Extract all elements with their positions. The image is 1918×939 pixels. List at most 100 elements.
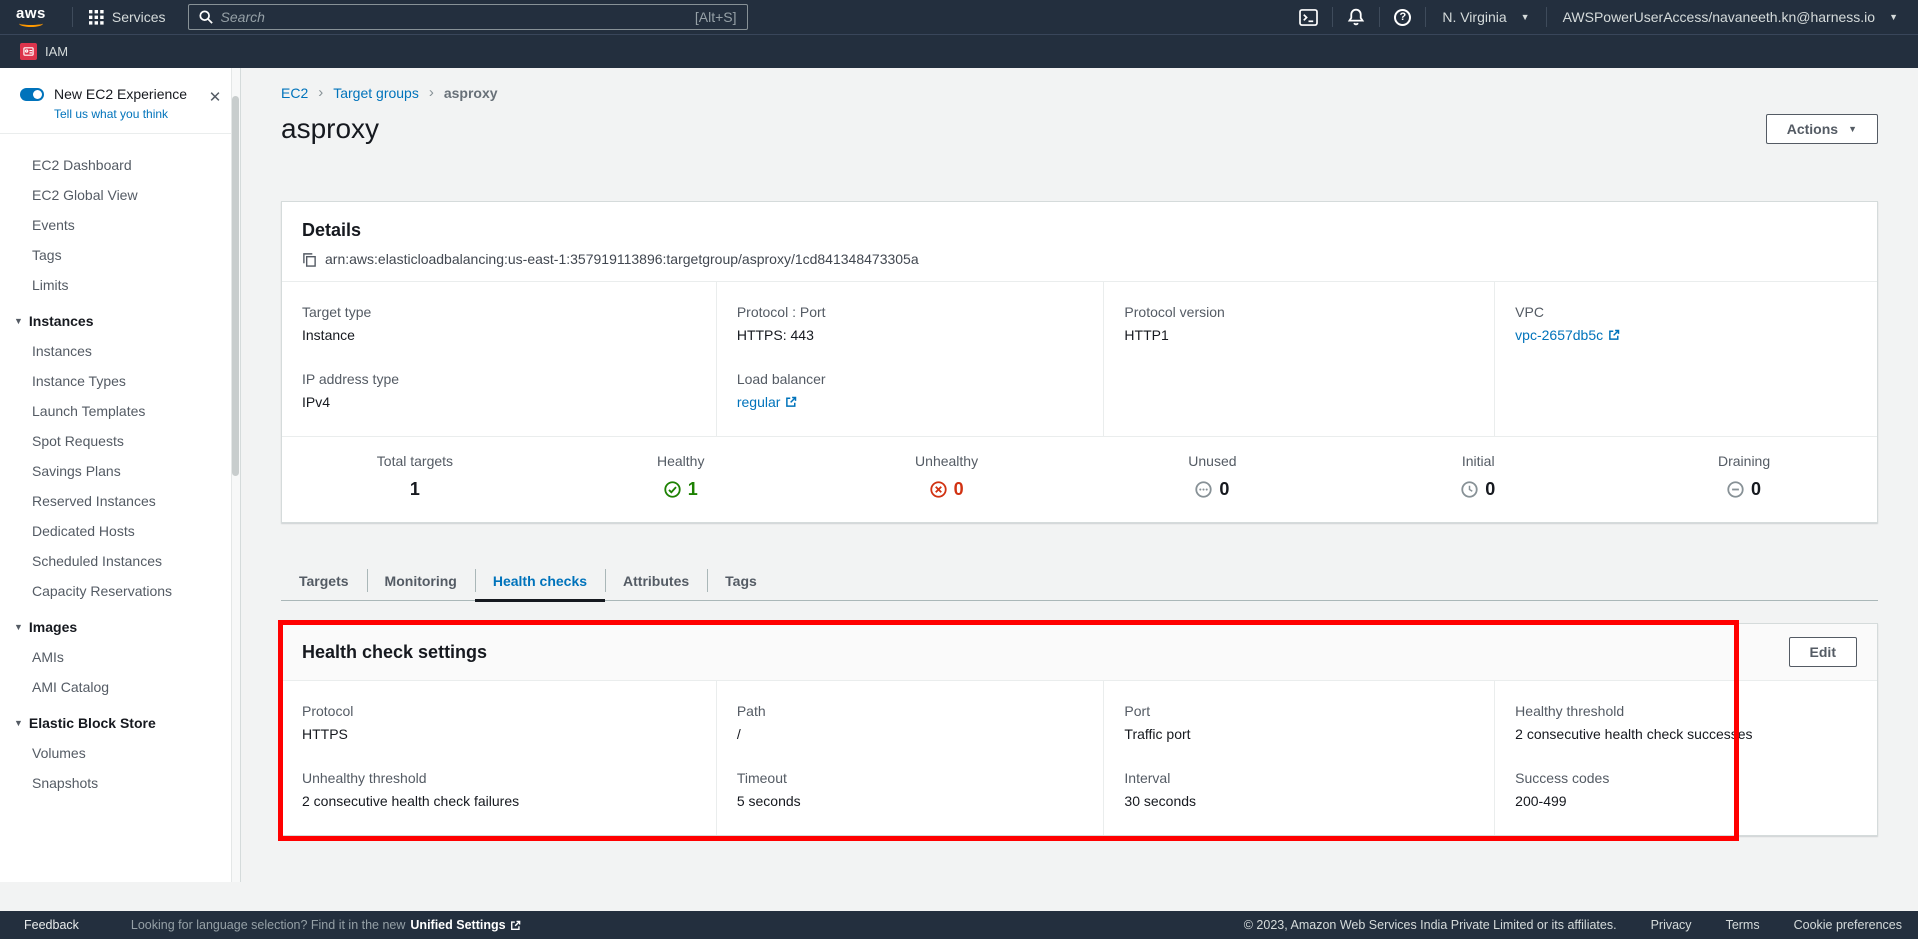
triangle-down-icon: ▼ xyxy=(14,622,23,632)
scrollbar-thumb[interactable] xyxy=(232,96,239,476)
field-label: IP address type xyxy=(302,371,696,387)
external-link-icon xyxy=(1608,329,1620,341)
field-label: Unhealthy threshold xyxy=(302,770,696,786)
field-vpc: VPC vpc-2657db5c xyxy=(1515,304,1857,343)
sidebar-item-amis[interactable]: AMIs xyxy=(0,642,240,672)
field-value: IPv4 xyxy=(302,394,696,410)
aws-logo-text: aws xyxy=(16,7,46,20)
aws-logo[interactable]: aws xyxy=(16,7,46,27)
health-check-title: Health check settings xyxy=(302,642,487,663)
chevron-right-icon xyxy=(429,84,434,101)
stat-value: 0 xyxy=(1485,479,1495,500)
tab-health-checks[interactable]: Health checks xyxy=(475,561,605,600)
sidebar-item-ec2-global-view[interactable]: EC2 Global View xyxy=(0,180,240,210)
unhealthy-x-circle-icon xyxy=(930,481,947,498)
unified-settings-label: Unified Settings xyxy=(410,918,505,932)
field-unhealthy-threshold: Unhealthy threshold 2 consecutive health… xyxy=(302,770,696,809)
divider xyxy=(1425,7,1426,27)
cookie-preferences-link[interactable]: Cookie preferences xyxy=(1794,918,1902,932)
unified-settings-link[interactable]: Unified Settings xyxy=(410,918,520,932)
feedback-link[interactable]: Feedback xyxy=(24,918,79,932)
sidebar-scrollbar[interactable] xyxy=(231,68,240,882)
field-protocol-version: Protocol version HTTP1 xyxy=(1124,304,1474,343)
sidebar-item-tags[interactable]: Tags xyxy=(0,240,240,270)
breadcrumb-current: asproxy xyxy=(444,85,498,101)
region-selector[interactable]: N. Virginia ▼ xyxy=(1438,9,1533,25)
services-grid-icon xyxy=(89,10,104,25)
sidebar-item-volumes[interactable]: Volumes xyxy=(0,738,240,768)
new-ec2-experience-block: New EC2 Experience Tell us what you thin… xyxy=(0,68,240,134)
tab-monitoring[interactable]: Monitoring xyxy=(367,561,475,600)
account-menu[interactable]: AWSPowerUserAccess/navaneeth.kn@harness.… xyxy=(1559,9,1902,25)
edit-button[interactable]: Edit xyxy=(1789,637,1857,667)
aws-smile-swoosh xyxy=(19,20,43,27)
favorite-iam-link[interactable]: IAM xyxy=(45,44,68,59)
health-check-card: Health check settings Edit Protocol HTTP… xyxy=(281,623,1878,836)
details-header: Details arn:aws:elasticloadbalancing:us-… xyxy=(282,202,1877,281)
privacy-link[interactable]: Privacy xyxy=(1651,918,1692,932)
sidebar-item-ec2-dashboard[interactable]: EC2 Dashboard xyxy=(0,150,240,180)
cloudshell-icon[interactable] xyxy=(1297,9,1320,26)
details-column: Protocol version HTTP1 xyxy=(1103,282,1494,436)
details-column: VPC vpc-2657db5c xyxy=(1494,282,1877,436)
notifications-bell-icon[interactable] xyxy=(1345,8,1367,26)
load-balancer-link[interactable]: regular xyxy=(737,394,798,410)
new-experience-toggle[interactable] xyxy=(20,88,44,101)
triangle-down-icon: ▼ xyxy=(14,718,23,728)
copy-icon[interactable] xyxy=(302,252,317,267)
iam-service-icon[interactable] xyxy=(20,43,37,60)
vpc-link[interactable]: vpc-2657db5c xyxy=(1515,327,1620,343)
sidebar-item-instances[interactable]: Instances xyxy=(0,336,240,366)
sidebar-item-dedicated-hosts[interactable]: Dedicated Hosts xyxy=(0,516,240,546)
field-label: Protocol : Port xyxy=(737,304,1084,320)
stat-unused: Unused 0 xyxy=(1079,453,1345,500)
tab-bar: Targets Monitoring Health checks Attribu… xyxy=(281,561,1878,601)
actions-button[interactable]: Actions ▼ xyxy=(1766,114,1878,144)
close-icon[interactable] xyxy=(206,88,224,106)
stat-label: Initial xyxy=(1462,453,1495,469)
health-column: Port Traffic port Interval 30 seconds xyxy=(1103,681,1494,835)
breadcrumb-target-groups[interactable]: Target groups xyxy=(333,85,419,101)
tab-targets[interactable]: Targets xyxy=(281,561,367,600)
field-load-balancer: Load balancer regular xyxy=(737,371,1084,410)
top-nav-right: N. Virginia ▼ AWSPowerUserAccess/navanee… xyxy=(1297,7,1902,27)
sidebar-item-launch-templates[interactable]: Launch Templates xyxy=(0,396,240,426)
sidebar-item-events[interactable]: Events xyxy=(0,210,240,240)
sidebar-item-ami-catalog[interactable]: AMI Catalog xyxy=(0,672,240,702)
help-icon[interactable] xyxy=(1392,9,1413,26)
field-protocol-port: Protocol : Port HTTPS: 443 xyxy=(737,304,1084,343)
global-search-input[interactable]: Search [Alt+S] xyxy=(188,4,748,30)
field-protocol: Protocol HTTPS xyxy=(302,703,696,742)
services-menu-button[interactable]: Services xyxy=(85,9,170,25)
terms-link[interactable]: Terms xyxy=(1726,918,1760,932)
chevron-down-icon: ▼ xyxy=(1889,12,1898,22)
breadcrumb-ec2[interactable]: EC2 xyxy=(281,85,308,101)
stat-unhealthy: Unhealthy 0 xyxy=(814,453,1080,500)
field-value: HTTP1 xyxy=(1124,327,1474,343)
sidebar-item-spot-requests[interactable]: Spot Requests xyxy=(0,426,240,456)
field-label: Protocol xyxy=(302,703,696,719)
stat-value: 1 xyxy=(688,479,698,500)
sidebar-item-snapshots[interactable]: Snapshots xyxy=(0,768,240,798)
region-label: N. Virginia xyxy=(1442,9,1506,25)
sidebar-item-scheduled-instances[interactable]: Scheduled Instances xyxy=(0,546,240,576)
sidebar-section-instances[interactable]: ▼ Instances xyxy=(0,300,240,336)
field-value: 2 consecutive health check successes xyxy=(1515,726,1857,742)
field-value: 5 seconds xyxy=(737,793,1084,809)
sidebar-item-savings-plans[interactable]: Savings Plans xyxy=(0,456,240,486)
draining-minus-circle-icon xyxy=(1727,481,1744,498)
sidebar-item-capacity-reservations[interactable]: Capacity Reservations xyxy=(0,576,240,606)
footer-right: © 2023, Amazon Web Services India Privat… xyxy=(1244,918,1902,932)
sidebar-item-limits[interactable]: Limits xyxy=(0,270,240,300)
external-link-icon xyxy=(510,920,521,931)
sidebar-section-elastic-block-store[interactable]: ▼ Elastic Block Store xyxy=(0,702,240,738)
tab-attributes[interactable]: Attributes xyxy=(605,561,707,600)
field-label: Target type xyxy=(302,304,696,320)
sidebar-section-images[interactable]: ▼ Images xyxy=(0,606,240,642)
sidebar-item-instance-types[interactable]: Instance Types xyxy=(0,366,240,396)
search-shortcut-hint: [Alt+S] xyxy=(695,9,737,25)
field-label: Healthy threshold xyxy=(1515,703,1857,719)
sidebar-item-reserved-instances[interactable]: Reserved Instances xyxy=(0,486,240,516)
tab-tags[interactable]: Tags xyxy=(707,561,775,600)
tell-us-link[interactable]: Tell us what you think xyxy=(54,107,224,121)
